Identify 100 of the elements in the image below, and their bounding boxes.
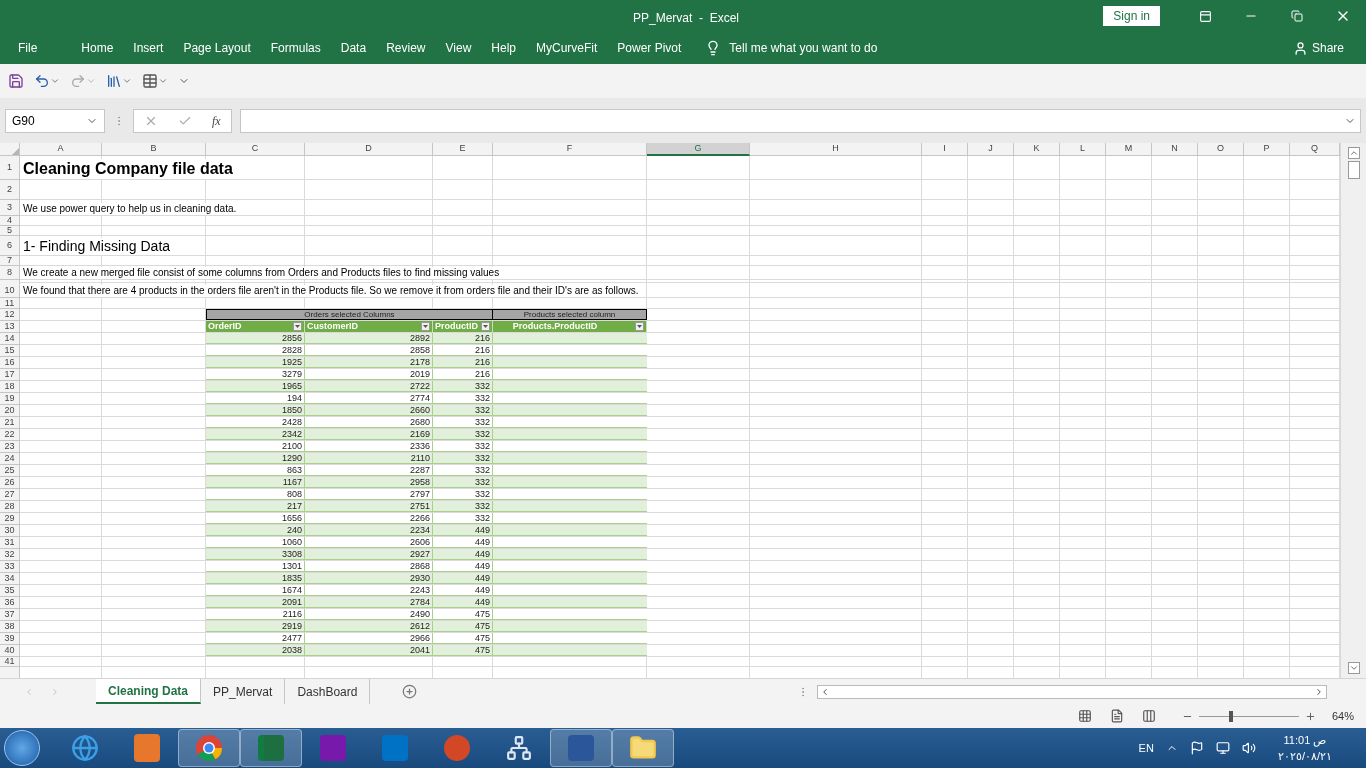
page-break-icon[interactable] <box>1141 709 1156 723</box>
ribbon-tab[interactable]: Power Pivot <box>607 32 692 64</box>
volume-icon[interactable] <box>1241 741 1256 755</box>
table-icon[interactable] <box>142 73 158 89</box>
column-letter[interactable]: J <box>968 143 1014 156</box>
column-letter[interactable]: Q <box>1290 143 1340 156</box>
normal-view-icon[interactable] <box>1077 709 1092 723</box>
formula-input[interactable] <box>239 108 1361 133</box>
row-number[interactable]: 3 <box>0 200 19 216</box>
row-number[interactable]: 40 <box>0 645 19 657</box>
filter-dropdown-button[interactable] <box>635 322 644 331</box>
row-number[interactable]: 12 <box>0 309 19 321</box>
name-box[interactable]: G90 <box>5 108 105 133</box>
row-number[interactable]: 1 <box>0 156 19 180</box>
undo-icon[interactable] <box>34 73 50 89</box>
row-number[interactable]: 15 <box>0 345 19 357</box>
row-number[interactable]: 22 <box>0 429 19 441</box>
row-number[interactable]: 10 <box>0 283 19 298</box>
row-number[interactable]: 4 <box>0 216 19 226</box>
row-number[interactable]: 36 <box>0 597 19 609</box>
ribbon-tab[interactable]: Insert <box>123 32 174 64</box>
zoom-slider-thumb[interactable] <box>1228 710 1233 722</box>
column-letter[interactable]: I <box>922 143 968 156</box>
horizontal-scrollbar[interactable] <box>817 684 1328 699</box>
row-number[interactable]: 29 <box>0 513 19 525</box>
flag-icon[interactable] <box>1189 741 1204 755</box>
column-letter[interactable]: G <box>647 143 750 156</box>
row-number[interactable]: 27 <box>0 489 19 501</box>
taskbar-app[interactable] <box>550 729 612 767</box>
row-number[interactable]: 14 <box>0 333 19 345</box>
share-button[interactable]: Share <box>1292 39 1344 57</box>
row-number[interactable]: 6 <box>0 236 19 256</box>
redo-icon[interactable] <box>70 73 86 89</box>
filter-dropdown-button[interactable] <box>293 322 302 331</box>
library-icon[interactable] <box>106 73 122 89</box>
select-all-button[interactable] <box>0 143 20 156</box>
ribbon-tab[interactable]: Page Layout <box>173 32 261 64</box>
vertical-scrollbar[interactable] <box>1340 143 1366 678</box>
column-letter[interactable]: N <box>1152 143 1198 156</box>
start-button[interactable] <box>4 730 40 766</box>
ribbon-tab[interactable]: MyCurveFit <box>526 32 608 64</box>
taskbar-app[interactable] <box>178 729 240 767</box>
row-number[interactable]: 20 <box>0 405 19 417</box>
row-number[interactable]: 19 <box>0 393 19 405</box>
row-number[interactable]: 24 <box>0 453 19 465</box>
row-number[interactable]: 8 <box>0 266 19 280</box>
clock-time[interactable]: 11:01 ص <box>1283 731 1327 748</box>
row-number[interactable]: 38 <box>0 621 19 633</box>
ribbon-tab[interactable]: Data <box>330 32 377 64</box>
column-letter[interactable]: M <box>1106 143 1152 156</box>
sign-in-button[interactable]: Sign in <box>1103 6 1160 26</box>
column-letter[interactable]: O <box>1198 143 1244 156</box>
row-number[interactable]: 11 <box>0 298 19 309</box>
column-letter[interactable]: K <box>1014 143 1060 156</box>
row-number[interactable]: 41 <box>0 657 19 667</box>
ribbon-tab[interactable]: Home <box>71 32 124 64</box>
taskbar-app[interactable] <box>612 729 674 767</box>
scroll-down-icon[interactable] <box>1347 662 1360 674</box>
row-number[interactable]: 5 <box>0 226 19 236</box>
page-layout-icon[interactable] <box>1109 709 1124 723</box>
column-letter[interactable]: F <box>493 143 647 156</box>
add-sheet-icon[interactable] <box>402 684 418 699</box>
zoom-level[interactable]: 64% <box>1331 707 1354 725</box>
row-number[interactable]: 37 <box>0 609 19 621</box>
row-number[interactable]: 25 <box>0 465 19 477</box>
ribbon-tab[interactable]: Formulas <box>260 32 331 64</box>
row-number[interactable]: 17 <box>0 369 19 381</box>
row-number[interactable]: 16 <box>0 357 19 369</box>
row-number[interactable]: 21 <box>0 417 19 429</box>
clock-date[interactable]: ٢٠٢٥/٠٨/٢١ <box>1277 748 1332 765</box>
scrollbar-thumb[interactable] <box>1347 161 1360 179</box>
ribbon-tab[interactable]: File <box>8 32 48 64</box>
ribbon-tab[interactable]: Review <box>376 32 436 64</box>
row-number[interactable]: 7 <box>0 256 19 266</box>
network-icon[interactable] <box>1215 741 1230 755</box>
row-number[interactable]: 2 <box>0 180 19 200</box>
row-number[interactable]: 31 <box>0 537 19 549</box>
column-letter[interactable]: A <box>20 143 102 156</box>
caret-icon[interactable] <box>122 76 132 86</box>
row-number[interactable]: 34 <box>0 573 19 585</box>
filter-dropdown-button[interactable] <box>421 322 430 331</box>
sheet-tab[interactable]: Cleaning Data <box>96 679 201 704</box>
column-letter[interactable]: E <box>433 143 493 156</box>
ribbon-tab[interactable]: View <box>435 32 482 64</box>
row-number[interactable]: 23 <box>0 441 19 453</box>
row-number[interactable]: 28 <box>0 501 19 513</box>
column-letter[interactable]: P <box>1244 143 1290 156</box>
row-number[interactable]: 35 <box>0 585 19 597</box>
column-letter[interactable]: C <box>206 143 305 156</box>
row-number[interactable]: 32 <box>0 549 19 561</box>
ribbon-tab[interactable]: Help <box>481 32 526 64</box>
save-icon[interactable] <box>8 73 24 89</box>
row-number[interactable]: 39 <box>0 633 19 645</box>
column-letter[interactable]: B <box>102 143 206 156</box>
language-indicator[interactable]: EN <box>1138 739 1154 757</box>
column-letter[interactable]: L <box>1060 143 1106 156</box>
column-letter[interactable]: H <box>750 143 922 156</box>
column-letter[interactable]: D <box>305 143 433 156</box>
filter-dropdown-button[interactable] <box>481 322 490 331</box>
row-number[interactable]: 33 <box>0 561 19 573</box>
